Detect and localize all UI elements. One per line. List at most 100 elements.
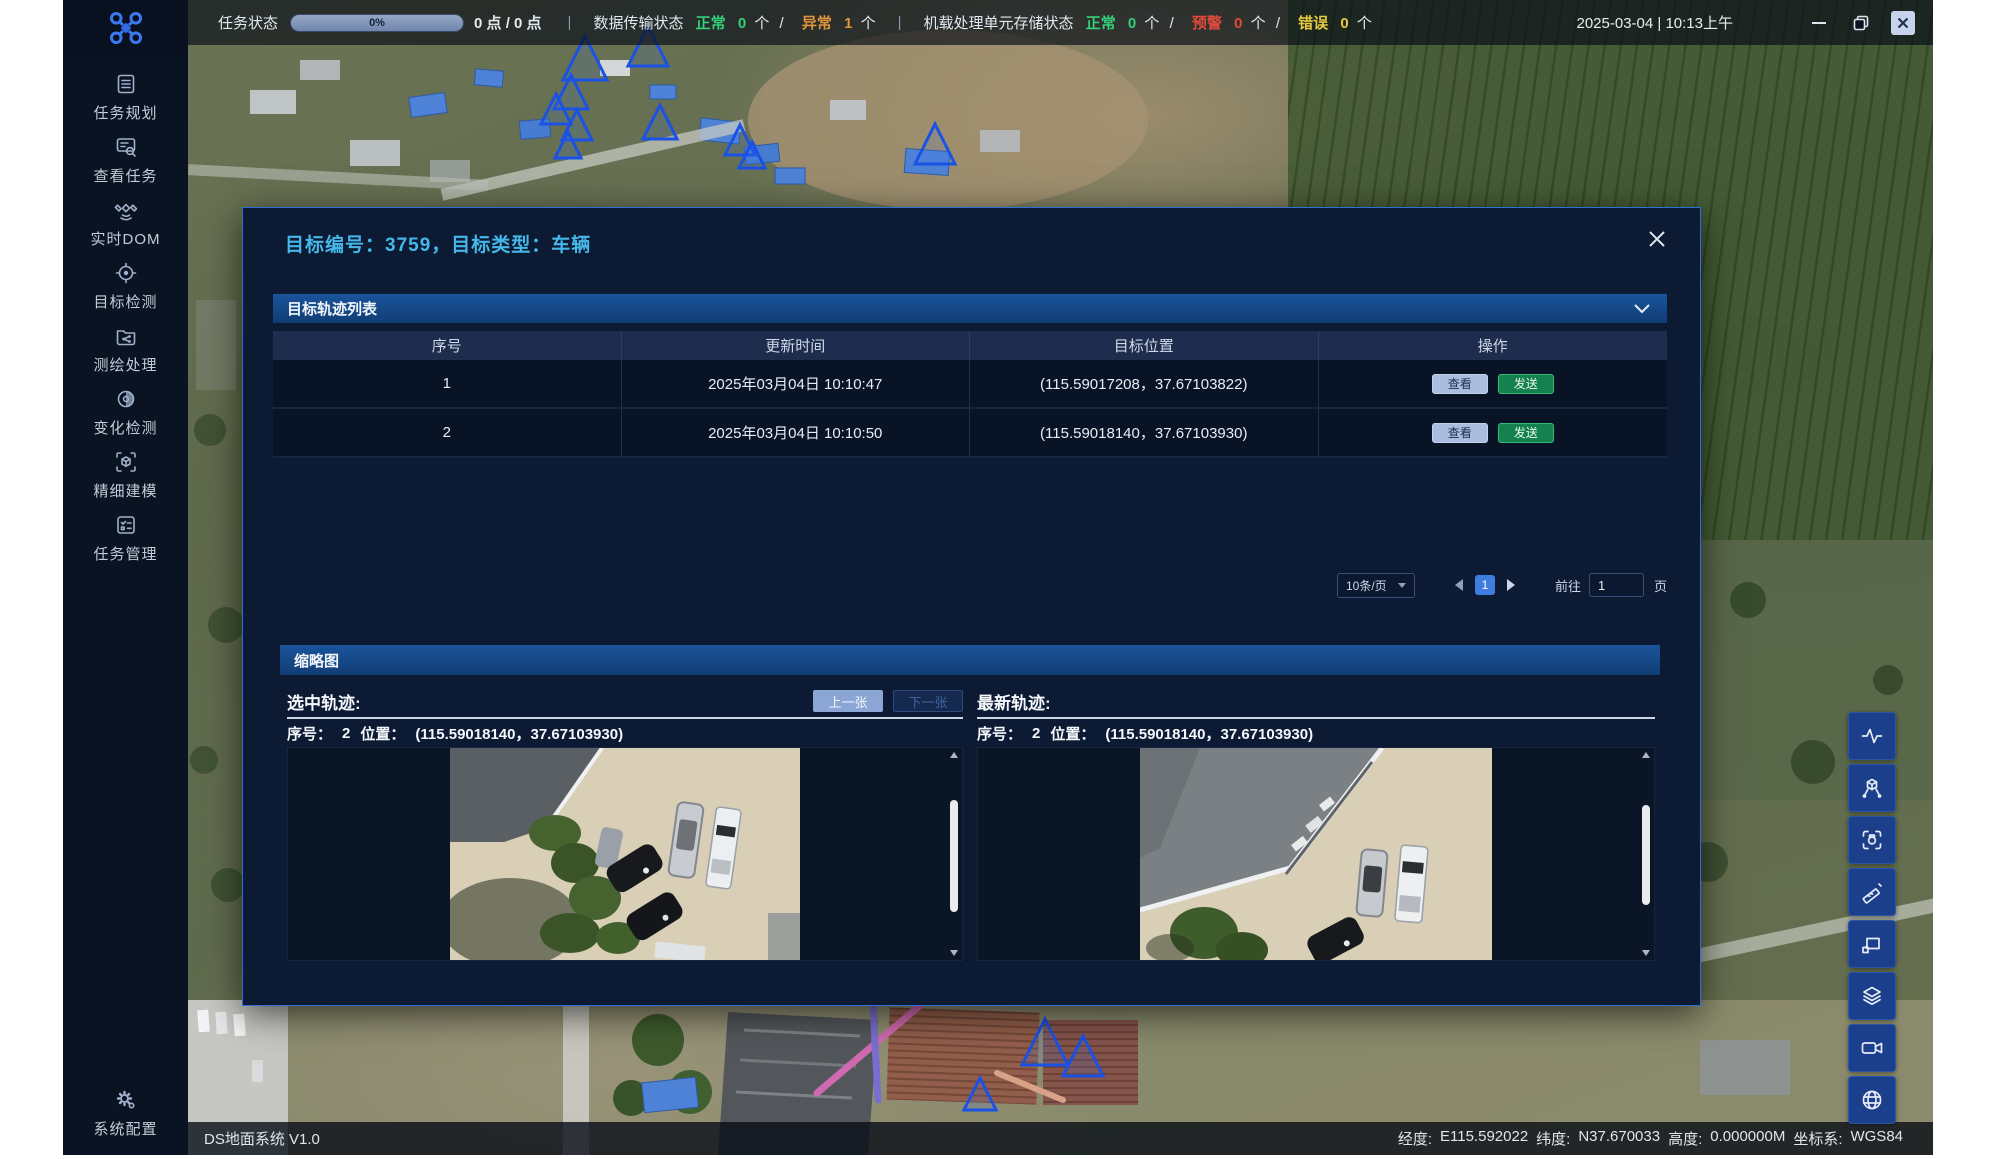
next-page-button[interactable] [1507, 579, 1515, 591]
globe-icon [1860, 1088, 1884, 1112]
task-status-group: 任务状态 0% 0 点 / 0 点 | 数据传输状态 正常 0 个 / 异常 1… [188, 12, 1372, 33]
track-list-title: 目标轨迹列表 [287, 298, 377, 319]
sidebar-item-view-task[interactable]: 查看任务 [63, 129, 188, 192]
table-header-row: 序号 更新时间 目标位置 操作 [273, 331, 1667, 360]
unit-label: 个 [754, 15, 769, 32]
selected-track-label: 选中轨迹: [287, 689, 361, 714]
map-toolbar [1848, 712, 1895, 1124]
selected-track-photo-panel [287, 747, 963, 961]
scrollbar-thumb[interactable] [1642, 805, 1650, 905]
track-list-panel-header[interactable]: 目标轨迹列表 [273, 294, 1667, 323]
collapse-chevron[interactable] [1633, 302, 1651, 315]
minimize-button[interactable] [1807, 11, 1831, 35]
selected-track-info: 序号： 2 位置： (115.59018140，37.67103930) [287, 719, 963, 747]
drone-logo-icon [108, 10, 144, 46]
sidebar-item-change-detect[interactable]: 变化检测 [63, 381, 188, 444]
scroll-down-arrow[interactable] [1642, 950, 1650, 956]
sidebar-item-task-manage[interactable]: 任务管理 [63, 507, 188, 570]
send-button[interactable]: 发送 [1498, 423, 1554, 443]
cell-actions: 查看 发送 [1319, 360, 1668, 407]
lat-label: 纬度: [1536, 1128, 1570, 1149]
unit-label: 个 [1144, 15, 1159, 32]
next-image-button[interactable]: 下一张 [893, 690, 963, 712]
prev-image-button[interactable]: 上一张 [813, 690, 883, 712]
sidebar-item-fine-modeling[interactable]: 精细建模 [63, 444, 188, 507]
seq-label: 序号： [977, 723, 1022, 744]
seq-value: 2 [1032, 725, 1040, 742]
view-task-icon [114, 135, 138, 159]
sidebar-item-mission-plan[interactable]: 任务规划 [63, 66, 188, 129]
globe-tool-button[interactable] [1848, 1076, 1896, 1124]
capture-tool-button[interactable] [1848, 816, 1896, 864]
unit-label: 个 [1357, 15, 1372, 32]
page-size-select[interactable]: 10条/页 [1337, 573, 1415, 598]
measure-tool-button[interactable] [1848, 868, 1896, 916]
layers-tool-button[interactable] [1848, 972, 1896, 1020]
capture-icon [1860, 828, 1884, 852]
data-transfer-label: 数据传输状态 [593, 15, 683, 32]
storage-error-count: 0 [1340, 15, 1348, 32]
photo-scrollbar [948, 750, 960, 958]
transfer-normal-count: 0 [738, 15, 746, 32]
modal-title: 目标编号：3759，目标类型：车辆 [285, 230, 591, 257]
latest-track-label: 最新轨迹: [977, 689, 1051, 714]
selected-track-photo [450, 748, 800, 960]
view-button[interactable]: 查看 [1432, 374, 1488, 394]
current-page-button[interactable]: 1 [1475, 575, 1495, 595]
unit-label: 个 [1251, 15, 1266, 32]
scroll-up-arrow[interactable] [950, 752, 958, 758]
sidebar-item-target-detect[interactable]: 目标检测 [63, 255, 188, 318]
alt-value: 0.000000M [1710, 1128, 1785, 1149]
system-config-icon [114, 1088, 138, 1112]
seq-label: 序号： [287, 723, 332, 744]
activity-tool-button[interactable] [1848, 712, 1896, 760]
window-controls-group: 2025-03-04 | 10:13上午 [1577, 11, 1934, 35]
sidebar-item-label: 系统配置 [93, 1118, 157, 1139]
scroll-up-arrow[interactable] [1642, 752, 1650, 758]
send-button[interactable]: 发送 [1498, 374, 1554, 394]
track-table: 序号 更新时间 目标位置 操作 1 2025年03月04日 10:10:47 (… [273, 331, 1667, 458]
modal-close-button[interactable] [1644, 226, 1670, 252]
target-detail-modal: 目标编号：3759，目标类型：车辆 目标轨迹列表 序号 更新时间 目标位置 操作… [243, 208, 1700, 1005]
transfer-abnormal-label: 异常 [802, 15, 832, 32]
table-row: 1 2025年03月04日 10:10:47 (115.59017208，37.… [273, 360, 1667, 409]
window-close-button[interactable] [1891, 11, 1915, 35]
sidebar-item-label: 任务管理 [93, 543, 157, 564]
restore-button[interactable] [1849, 11, 1873, 35]
sidebar-item-realtime-dom[interactable]: 实时DOM [63, 192, 188, 255]
coordinates-readout: 经度: E115.592022 纬度: N37.670033 高度: 0.000… [1398, 1128, 1933, 1149]
goto-label: 前往 [1555, 576, 1581, 595]
chevron-down-icon [1633, 302, 1651, 315]
area-measure-tool-button[interactable] [1848, 920, 1896, 968]
measure-icon [1860, 880, 1884, 904]
cell-position: (115.59018140，37.67103930) [970, 409, 1319, 456]
selected-track-column: 选中轨迹: 上一张 下一张 序号： 2 位置： (115.59018140，37… [287, 685, 963, 961]
thumbnail-section-header: 缩略图 [280, 645, 1660, 675]
view-button[interactable]: 查看 [1432, 423, 1488, 443]
sidebar-nav: 任务规划 查看任务 实时DOM 目标检测 测绘处理 变化检测 [63, 66, 188, 570]
page-unit-label: 页 [1654, 576, 1667, 595]
storage-normal-label: 正常 [1086, 15, 1116, 32]
restore-icon [1853, 15, 1869, 31]
pos-value: (115.59018140，37.67103930) [415, 723, 623, 744]
scrollbar-thumb[interactable] [950, 800, 958, 912]
crs-value: WGS84 [1850, 1128, 1903, 1149]
pos-value: (115.59018140，37.67103930) [1105, 723, 1313, 744]
sidebar-item-mapping-process[interactable]: 测绘处理 [63, 318, 188, 381]
prev-page-button[interactable] [1455, 579, 1463, 591]
chevron-down-icon [1398, 583, 1406, 588]
cell-index: 2 [273, 409, 622, 456]
model-3d-tool-button[interactable] [1848, 764, 1896, 812]
video-tool-button[interactable] [1848, 1024, 1896, 1072]
scroll-down-arrow[interactable] [950, 950, 958, 956]
separator: / [1276, 15, 1280, 32]
cell-actions: 查看 发送 [1319, 409, 1668, 456]
sidebar-item-label: 测绘处理 [93, 354, 157, 375]
datetime-label: 2025-03-04 | 10:13上午 [1577, 12, 1734, 33]
activity-icon [1860, 724, 1884, 748]
close-icon [1897, 17, 1909, 29]
sidebar-item-system-config[interactable]: 系统配置 [63, 1088, 188, 1139]
bottom-status-bar: DS地面系统 V1.0 经度: E115.592022 纬度: N37.6700… [188, 1122, 1933, 1155]
app-logo [63, 0, 188, 56]
goto-page-input[interactable] [1589, 573, 1644, 597]
